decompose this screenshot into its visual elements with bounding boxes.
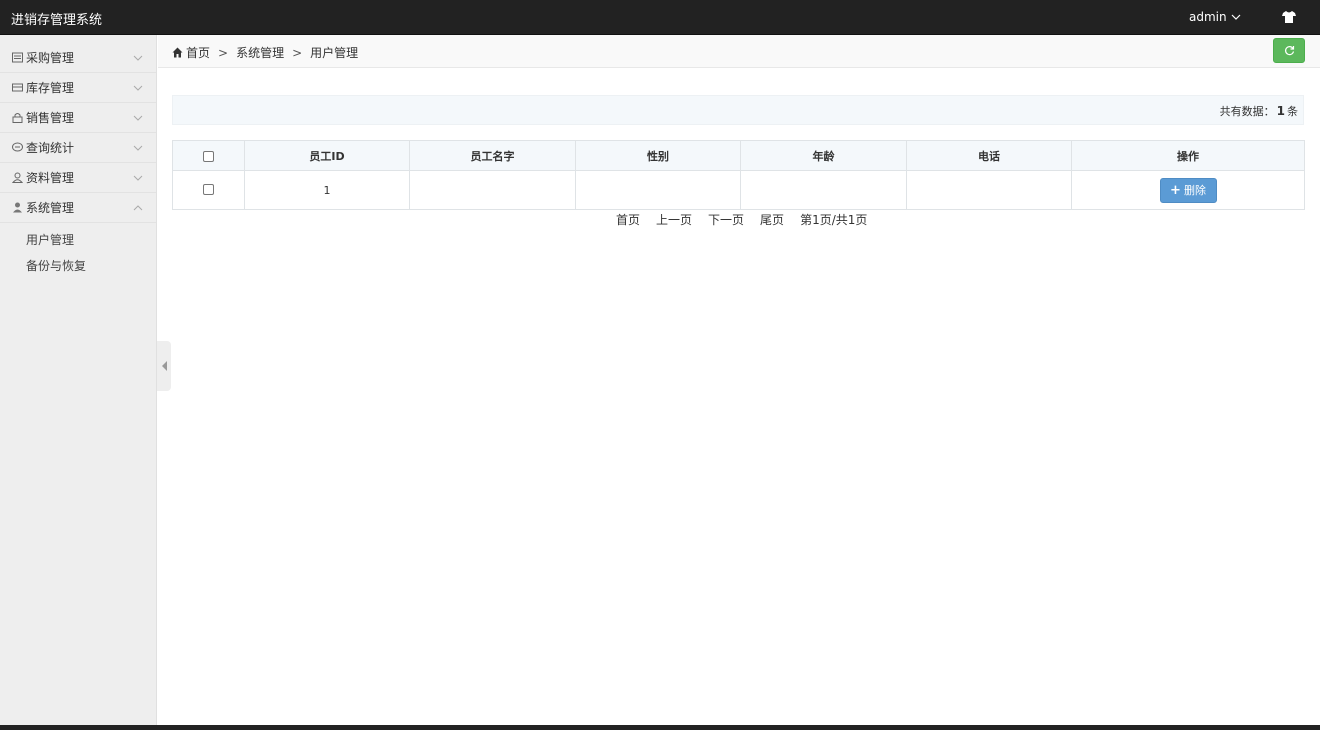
plus-icon: + (1170, 182, 1181, 198)
bottom-bar (0, 725, 1320, 730)
column-header: 年龄 (740, 140, 907, 171)
chevron-up-icon (133, 205, 143, 211)
total-number: 1 (1276, 104, 1285, 118)
sidebar-item-data[interactable]: 资料管理 (0, 163, 156, 193)
user-table: 员工ID 员工名字 性别 年龄 电话 操作 1 + 删除 (172, 140, 1305, 210)
breadcrumb-home[interactable]: 首页 (186, 44, 210, 61)
column-header: 员工ID (244, 140, 410, 171)
total-label: 共有数据： (1219, 105, 1275, 118)
sidebar-subitem-user-management[interactable]: 用户管理 (0, 226, 156, 252)
chevron-down-icon (133, 55, 143, 61)
sidebar-item-stock[interactable]: 库存管理 (0, 73, 156, 103)
user-outline-icon (12, 172, 23, 183)
breadcrumb-bar: 首页 > 系统管理 > 用户管理 (158, 35, 1320, 68)
purchase-icon (12, 52, 23, 63)
sidebar-item-query[interactable]: 查询统计 (0, 133, 156, 163)
cell-gender (575, 170, 741, 210)
refresh-icon (1284, 46, 1294, 56)
column-header: 性别 (575, 140, 741, 171)
select-all-cell (172, 140, 245, 171)
sidebar-item-label: 采购管理 (26, 51, 75, 65)
column-header: 电话 (906, 140, 1072, 171)
breadcrumb-level2: 用户管理 (310, 46, 359, 60)
pager-next[interactable]: 下一页 (708, 211, 744, 228)
pager-prev[interactable]: 上一页 (656, 211, 692, 228)
chevron-down-icon (133, 85, 143, 91)
top-bar: 进销存管理系统 admin (0, 0, 1320, 35)
sidebar-item-label: 资料管理 (26, 171, 75, 185)
pager-first[interactable]: 首页 (616, 211, 640, 228)
delete-button-label: 删除 (1183, 184, 1206, 197)
sidebar-item-label: 库存管理 (26, 81, 75, 95)
breadcrumb-separator: > (292, 45, 303, 60)
chat-icon (12, 142, 23, 152)
lock-icon (12, 113, 23, 123)
delete-button[interactable]: + 删除 (1159, 177, 1217, 203)
cell-action: + 删除 (1071, 170, 1305, 210)
breadcrumb: 首页 > 系统管理 > 用户管理 (172, 44, 358, 61)
user-icon (13, 202, 22, 213)
row-checkbox[interactable] (203, 183, 214, 195)
column-header: 员工名字 (409, 140, 576, 171)
pager-last[interactable]: 尾页 (760, 211, 784, 228)
cell-age (740, 170, 907, 210)
sidebar-item-label: 查询统计 (26, 141, 75, 155)
cell-name (409, 170, 576, 210)
row-select-cell (172, 170, 245, 210)
refresh-button[interactable] (1273, 38, 1305, 63)
breadcrumb-level1[interactable]: 系统管理 (236, 44, 284, 61)
total-count: 共有数据： 1 条 (1220, 103, 1298, 119)
sidebar-item-label: 系统管理 (26, 201, 75, 215)
sidebar-item-sales[interactable]: 销售管理 (0, 103, 156, 133)
sidebar-subitem-backup-restore[interactable]: 备份与恢复 (0, 252, 156, 278)
pager-info: 第1页/共1页 (800, 213, 868, 227)
sidebar-collapse-handle[interactable] (157, 341, 171, 391)
chevron-down-icon (1231, 14, 1241, 20)
user-menu[interactable]: admin (1189, 10, 1241, 24)
tshirt-icon[interactable] (1282, 11, 1296, 23)
sidebar: 采购管理 库存管理 销售管理 查询统计 资料管理 系统管理 用户管理 备份与恢复 (0, 35, 157, 725)
stock-icon (12, 83, 23, 92)
cell-phone (906, 170, 1072, 210)
chevron-down-icon (133, 145, 143, 151)
chevron-down-icon (133, 115, 143, 121)
column-header: 操作 (1071, 140, 1305, 171)
cell-id: 1 (244, 170, 410, 210)
home-icon (172, 47, 183, 58)
user-name: admin (1189, 10, 1227, 24)
app-title: 进销存管理系统 (11, 13, 103, 28)
sidebar-item-system[interactable]: 系统管理 (0, 193, 156, 223)
table-header-row: 员工ID 员工名字 性别 年龄 电话 操作 (172, 140, 1305, 171)
chevron-down-icon (133, 175, 143, 181)
select-all-checkbox[interactable] (203, 150, 214, 162)
pagination: 首页 上一页 下一页 尾页 第1页/共1页 (616, 211, 867, 228)
table-row: 1 + 删除 (172, 170, 1305, 210)
caret-left-icon (162, 361, 167, 371)
total-unit: 条 (1287, 105, 1298, 118)
summary-bar: 共有数据： 1 条 (172, 95, 1304, 125)
sidebar-item-purchase[interactable]: 采购管理 (0, 35, 156, 73)
sidebar-item-label: 销售管理 (26, 111, 75, 125)
breadcrumb-separator: > (218, 45, 229, 60)
